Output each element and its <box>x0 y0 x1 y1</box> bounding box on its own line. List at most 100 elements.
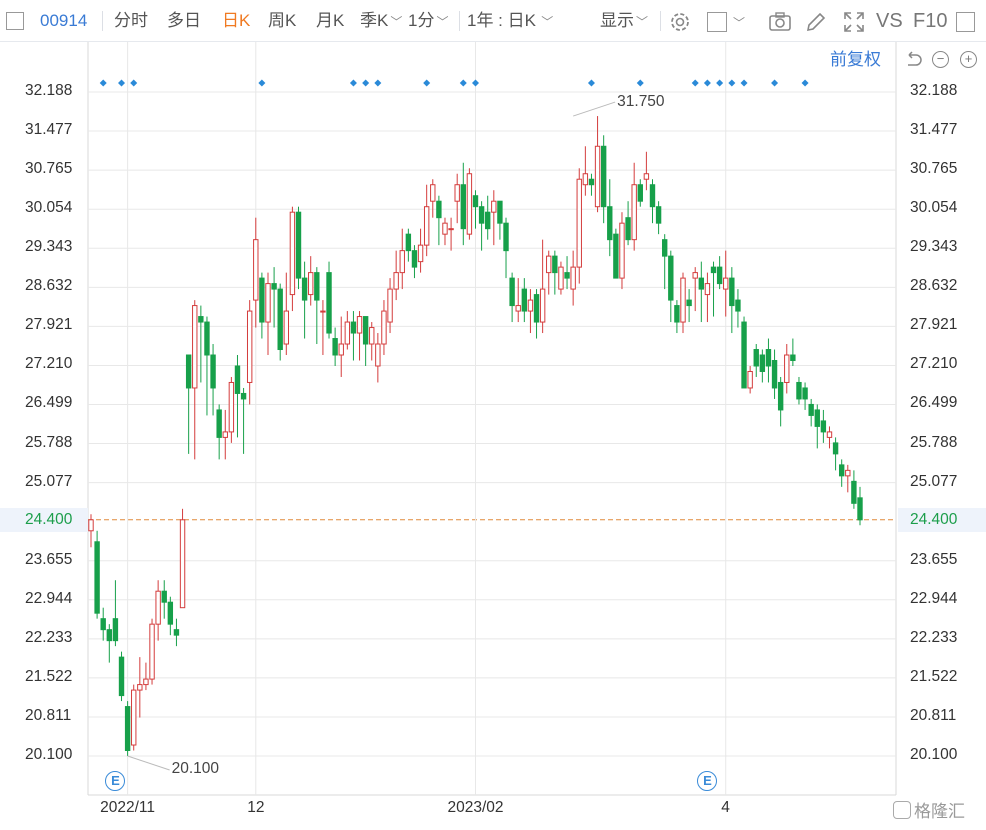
event-diamond-marker <box>459 79 467 87</box>
tab-daily-k[interactable]: 日K <box>222 9 250 33</box>
candle-down <box>112 580 119 647</box>
candle-body <box>265 283 271 323</box>
camera-icon[interactable] <box>767 10 793 34</box>
candle-body <box>698 277 705 290</box>
candle-down <box>808 398 814 427</box>
candle-body <box>808 403 814 416</box>
candle-body <box>283 310 289 345</box>
event-diamond-marker <box>771 79 779 87</box>
candle-body <box>704 283 711 296</box>
candle-down <box>637 179 643 207</box>
candle-body <box>649 184 656 208</box>
x-tick-label: 12 <box>247 799 265 816</box>
event-diamond-marker <box>362 79 370 87</box>
candle-down <box>198 305 204 383</box>
event-diamond-marker <box>728 79 736 87</box>
candle-body <box>405 233 412 252</box>
candle-body <box>173 629 180 636</box>
y-tick-label-right: 25.788 <box>910 433 958 451</box>
candle-body <box>533 294 540 323</box>
y-tick-label-right: 22.233 <box>910 628 958 646</box>
candle-up <box>253 217 259 328</box>
candle-body <box>314 272 320 301</box>
fullscreen-icon[interactable] <box>842 10 866 34</box>
candle-body <box>460 184 466 230</box>
x-tick-label: 2022/11 <box>100 799 155 816</box>
candle-body <box>564 272 570 279</box>
candle-body <box>570 266 576 290</box>
y-tick-label-left: 22.944 <box>25 589 73 607</box>
candle-body <box>662 239 668 257</box>
candle-body <box>796 381 802 400</box>
tab-intraday[interactable]: 分时 <box>114 9 148 33</box>
candle-up <box>546 250 552 295</box>
y-tick-label-left: 21.522 <box>25 667 73 685</box>
candle-body <box>271 283 277 290</box>
stock-code[interactable]: 00914 <box>40 9 87 33</box>
candle-body <box>301 277 308 301</box>
candle-up <box>381 300 387 356</box>
candle-body <box>356 316 363 334</box>
pencil-icon[interactable] <box>804 10 828 34</box>
chevron-down-icon[interactable]: ﹀ <box>733 14 745 31</box>
event-diamond-marker <box>801 79 809 87</box>
candle-body <box>753 349 759 367</box>
display-select[interactable]: 显示 ﹀ <box>600 9 648 33</box>
candle-body <box>826 431 833 438</box>
color-picker-icon[interactable] <box>707 12 727 32</box>
candle-up <box>356 311 363 361</box>
candle-body <box>344 321 351 345</box>
tab-multi-day[interactable]: 多日 <box>167 9 201 33</box>
candle-body <box>167 601 174 625</box>
candle-up <box>704 272 711 323</box>
candle-down <box>124 701 131 756</box>
candle-up <box>179 508 186 609</box>
tab-quarterly-k[interactable]: 季K ﹀ <box>360 9 402 33</box>
f10-button[interactable]: F10 <box>913 9 947 33</box>
candle-down <box>204 316 210 416</box>
watermark-logo: 格隆汇 <box>893 797 965 822</box>
zoom-in-icon[interactable]: + <box>960 51 977 68</box>
candle-down <box>796 376 802 405</box>
candle-body <box>204 321 210 356</box>
compare-button[interactable]: VS <box>876 9 903 33</box>
candle-up <box>845 464 851 493</box>
candle-up <box>515 278 521 323</box>
tab-quarterly-label: 季K <box>360 11 389 30</box>
candle-body <box>210 354 216 389</box>
candle-down <box>686 289 692 323</box>
candle-down <box>649 179 656 224</box>
candle-down <box>613 228 619 279</box>
panel-toggle-icon[interactable] <box>6 12 24 30</box>
toolbar-divider <box>459 11 460 31</box>
candle-body <box>503 222 509 252</box>
candle-body <box>838 464 845 477</box>
annotation-lines <box>127 101 616 771</box>
sidebar-panel-icon[interactable] <box>956 12 975 32</box>
candle-up <box>320 300 326 356</box>
candle-body <box>521 288 528 312</box>
candle-down <box>600 135 607 224</box>
candle-down <box>753 344 759 377</box>
y-tick-label-right: 20.811 <box>910 706 957 724</box>
candle-body <box>411 250 418 268</box>
candle-body <box>222 431 228 438</box>
interval-select[interactable]: 1分 ﹀ <box>408 9 448 33</box>
candle-body <box>576 178 582 268</box>
candle-body <box>454 184 460 202</box>
adjust-mode-toggle[interactable]: 前复权 <box>830 48 881 72</box>
tab-weekly-k[interactable]: 周K <box>268 9 296 33</box>
candle-body <box>118 656 125 697</box>
zoom-out-icon[interactable]: − <box>932 51 949 68</box>
undo-icon[interactable] <box>903 50 923 70</box>
candle-up <box>594 116 601 213</box>
candle-body <box>289 211 296 296</box>
settings-gear-icon[interactable] <box>668 10 692 34</box>
tab-monthly-k[interactable]: 月K <box>316 9 344 33</box>
candle-body <box>198 316 204 323</box>
candle-body <box>643 173 650 180</box>
candle-body <box>600 145 607 208</box>
candle-body <box>759 354 766 372</box>
range-select[interactable]: 1年 : 日K ﹀ <box>467 9 553 33</box>
candle-body <box>619 222 625 279</box>
